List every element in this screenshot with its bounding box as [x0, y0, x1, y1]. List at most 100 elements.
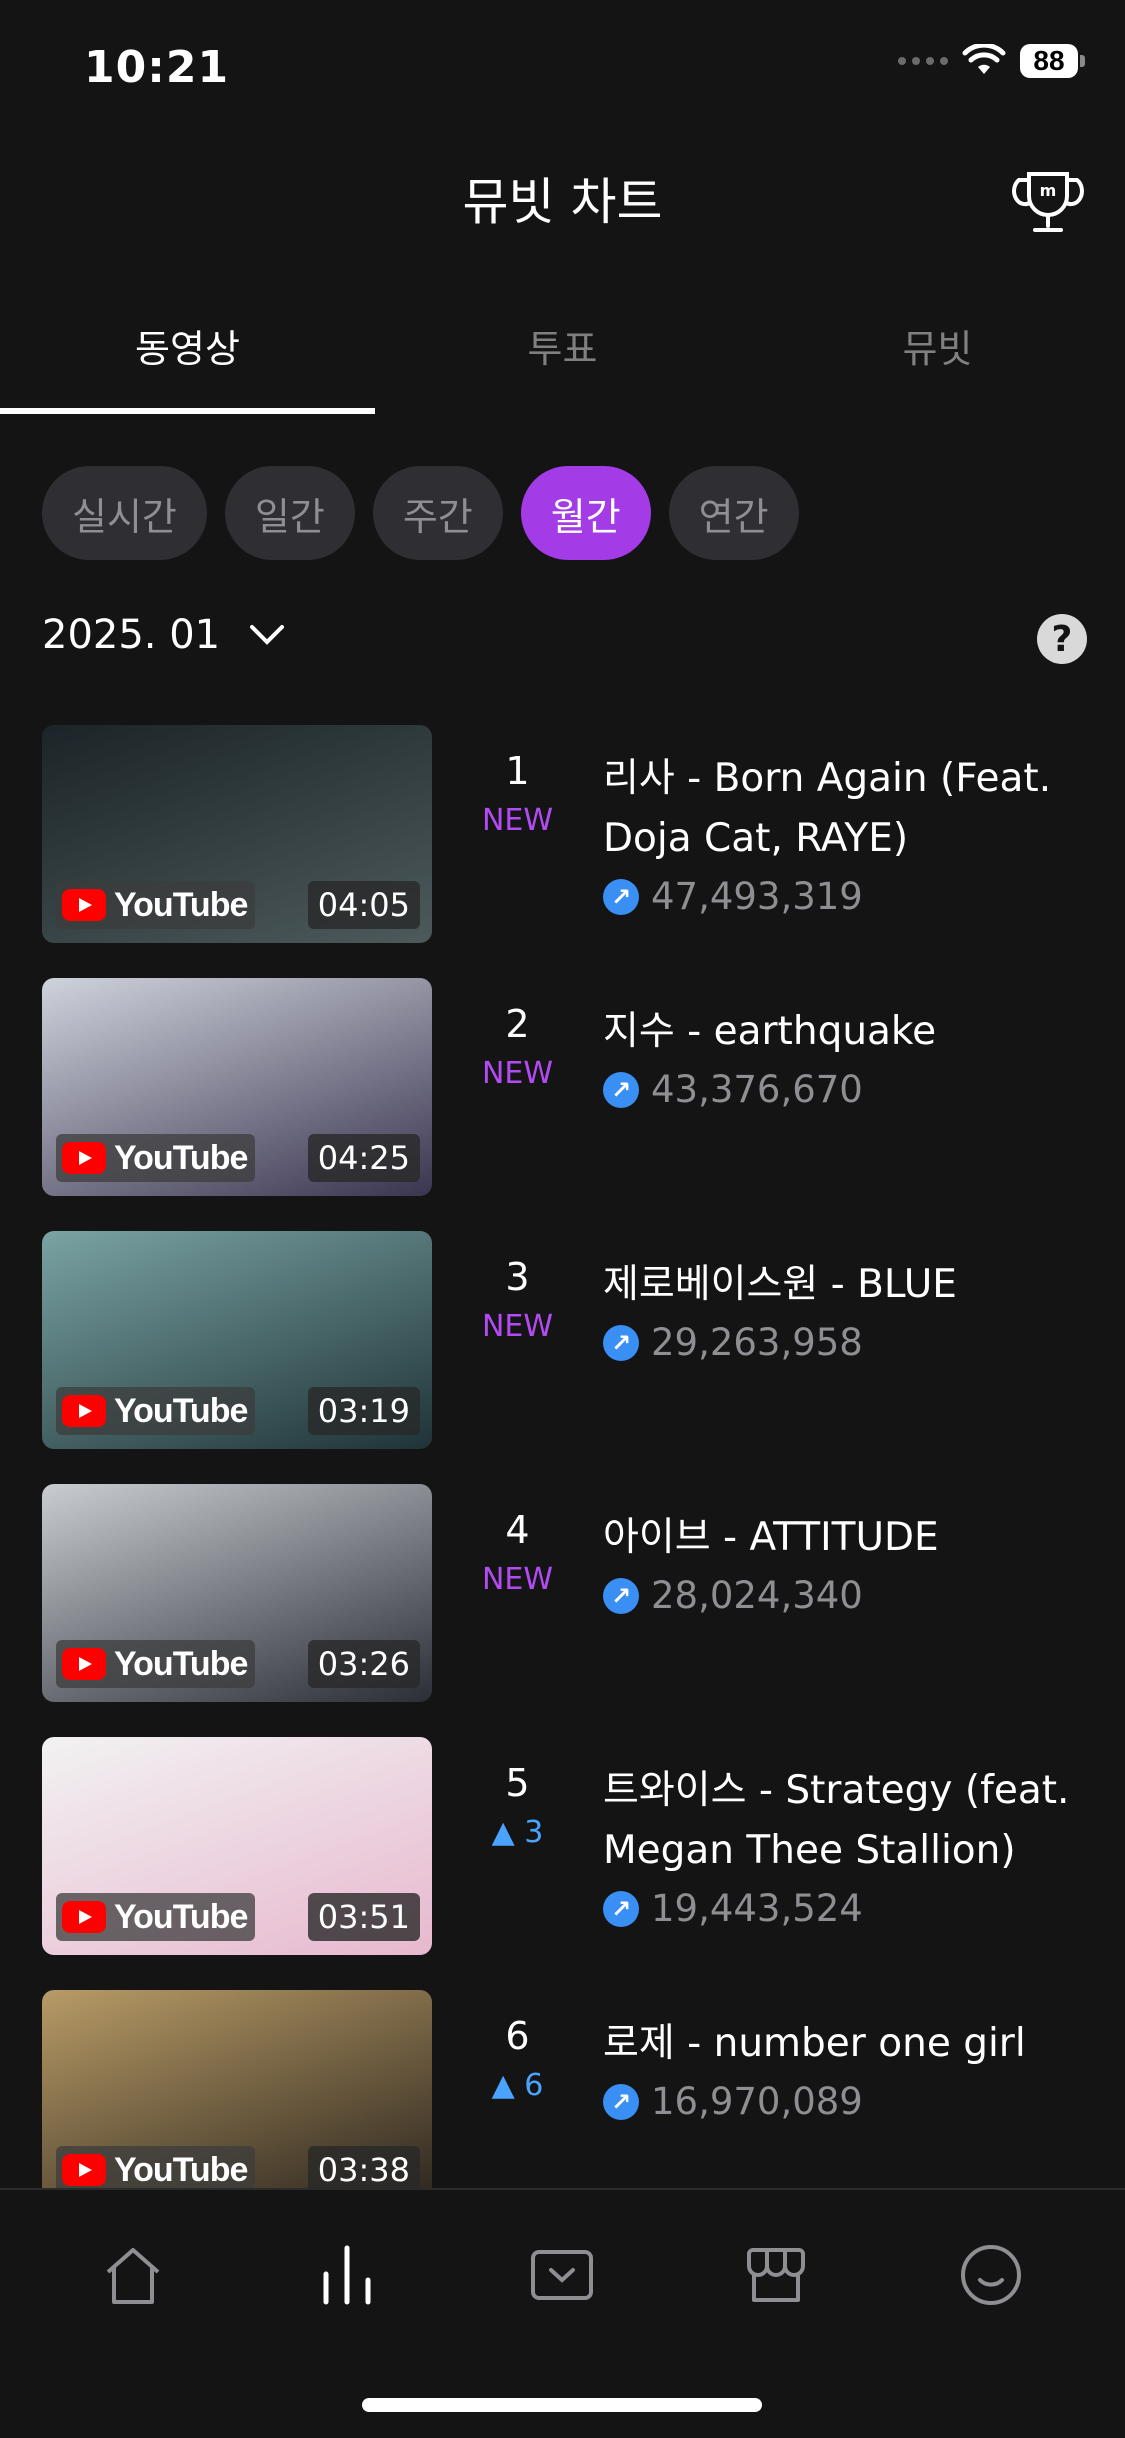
youtube-logo-icon: [62, 2154, 106, 2186]
rank-number: 3: [505, 1255, 530, 1299]
youtube-badge: YouTube: [56, 881, 256, 929]
nav-home-icon[interactable]: [88, 2230, 178, 2320]
video-thumbnail[interactable]: YouTube 03:19: [42, 1231, 432, 1449]
tab-vote[interactable]: 투표: [375, 318, 750, 403]
nav-store-icon[interactable]: [731, 2230, 821, 2320]
youtube-label: YouTube: [114, 2150, 248, 2189]
youtube-logo-icon: [62, 1901, 106, 1933]
chip-weekly[interactable]: 주간: [372, 466, 503, 560]
chart-row[interactable]: YouTube 03:51 5 ▲ 3 트와이스 - Strategy (fea…: [0, 1737, 1125, 1990]
youtube-logo-icon: [62, 1142, 106, 1174]
song-info: 아이브 - ATTITUDE ↗ 28,024,340: [603, 1508, 1103, 1617]
view-count: 47,493,319: [651, 875, 863, 918]
song-info: 로제 - number one girl ↗ 16,970,089: [603, 2014, 1103, 2123]
chart-list: YouTube 04:05 1 NEW 리사 - Born Again (Fea…: [0, 725, 1125, 2243]
chevron-down-icon: [250, 625, 285, 645]
trend-arrow-icon: ↗: [603, 1071, 639, 1108]
view-count: 19,443,524: [651, 1887, 863, 1930]
video-duration: 03:26: [307, 1640, 420, 1688]
view-count: 16,970,089: [651, 2080, 863, 2123]
video-duration: 03:51: [307, 1893, 420, 1941]
tab-video[interactable]: 동영상: [0, 318, 375, 403]
rank-column: 4 NEW: [470, 1508, 565, 1597]
rank-change: NEW: [481, 803, 554, 838]
chart-row[interactable]: YouTube 04:25 2 NEW 지수 - earthquake ↗ 43…: [0, 978, 1125, 1231]
youtube-label: YouTube: [114, 1138, 248, 1177]
song-title: 아이브 - ATTITUDE: [603, 1515, 939, 1560]
nav-chart-icon[interactable]: [302, 2230, 392, 2320]
cellular-signal-icon: [898, 57, 948, 65]
video-thumbnail[interactable]: YouTube 03:38: [42, 1990, 432, 2208]
song-info: 리사 - Born Again (Feat. Doja Cat, RAYE) ↗…: [603, 749, 1103, 918]
view-count: 28,024,340: [651, 1574, 863, 1617]
youtube-logo-icon: [62, 1648, 106, 1680]
youtube-label: YouTube: [114, 1644, 248, 1683]
youtube-label: YouTube: [114, 885, 248, 924]
chip-realtime[interactable]: 실시간: [42, 466, 207, 560]
period-filter: 실시간 일간 주간 월간 연간: [42, 466, 799, 560]
video-thumbnail[interactable]: YouTube 03:51: [42, 1737, 432, 1955]
song-info: 지수 - earthquake ↗ 43,376,670: [603, 1002, 1103, 1111]
rank-number: 4: [505, 1508, 530, 1552]
chip-monthly[interactable]: 월간: [520, 466, 651, 560]
rank-column: 1 NEW: [470, 749, 565, 838]
trend-arrow-icon: ↗: [603, 1577, 639, 1614]
rank-change: NEW: [481, 1056, 554, 1091]
youtube-label: YouTube: [114, 1391, 248, 1430]
rank-number: 1: [505, 749, 530, 793]
song-title: 리사 - Born Again (Feat. Doja Cat, RAYE): [603, 756, 1052, 861]
rank-number: 6: [505, 2014, 530, 2058]
video-duration: 03:19: [307, 1387, 420, 1435]
video-duration: 04:25: [307, 1134, 420, 1182]
main-tabs: 동영상 투표 뮤빗: [0, 318, 1125, 403]
view-count-row: ↗ 19,443,524: [603, 1887, 1103, 1930]
view-count: 29,263,958: [651, 1321, 863, 1364]
battery-icon: 88: [1020, 44, 1085, 78]
video-thumbnail[interactable]: YouTube 03:26: [42, 1484, 432, 1702]
youtube-badge: YouTube: [56, 1134, 256, 1182]
help-icon[interactable]: ?: [1037, 614, 1087, 664]
song-title: 트와이스 - Strategy (feat. Megan Thee Stalli…: [603, 1768, 1070, 1873]
rank-change: ▲ 3: [491, 1815, 544, 1850]
trend-arrow-icon: ↗: [603, 1890, 639, 1927]
page-title: 뮤빗 차트: [462, 173, 663, 231]
video-duration: 03:38: [307, 2146, 420, 2194]
trend-arrow-icon: ↗: [603, 2083, 639, 2120]
youtube-logo-icon: [62, 889, 106, 921]
video-thumbnail[interactable]: YouTube 04:25: [42, 978, 432, 1196]
youtube-badge: YouTube: [56, 2146, 256, 2194]
chart-row[interactable]: YouTube 03:19 3 NEW 제로베이스원 - BLUE ↗ 29,2…: [0, 1231, 1125, 1484]
chip-daily[interactable]: 일간: [224, 466, 355, 560]
youtube-label: YouTube: [114, 1897, 248, 1936]
date-value: 2025. 01: [42, 612, 221, 658]
video-duration: 04:05: [307, 881, 420, 929]
youtube-badge: YouTube: [56, 1893, 256, 1941]
chip-yearly[interactable]: 연간: [668, 466, 799, 560]
nav-profile-icon[interactable]: [946, 2230, 1036, 2320]
wifi-icon: [962, 44, 1006, 74]
rank-column: 2 NEW: [470, 1002, 565, 1091]
rank-number: 2: [505, 1002, 530, 1046]
view-count-row: ↗ 47,493,319: [603, 875, 1103, 918]
status-time: 10:21: [84, 42, 230, 93]
active-tab-indicator: [0, 408, 375, 414]
youtube-badge: YouTube: [56, 1387, 256, 1435]
rank-column: 5 ▲ 3: [470, 1761, 565, 1850]
home-indicator: [362, 2398, 762, 2412]
song-info: 트와이스 - Strategy (feat. Megan Thee Stalli…: [603, 1761, 1103, 1930]
chart-row[interactable]: YouTube 03:26 4 NEW 아이브 - ATTITUDE ↗ 28,…: [0, 1484, 1125, 1737]
rank-change: NEW: [481, 1562, 554, 1597]
view-count-row: ↗ 43,376,670: [603, 1068, 1103, 1111]
view-count: 43,376,670: [651, 1068, 863, 1111]
view-count-row: ↗ 28,024,340: [603, 1574, 1103, 1617]
rank-number: 5: [505, 1761, 530, 1805]
date-selector[interactable]: 2025. 01: [42, 612, 286, 658]
youtube-badge: YouTube: [56, 1640, 256, 1688]
trophy-icon[interactable]: m: [1011, 166, 1085, 240]
rank-column: 3 NEW: [470, 1255, 565, 1344]
nav-inbox-icon[interactable]: [517, 2230, 607, 2320]
tab-mubeat[interactable]: 뮤빗: [750, 318, 1125, 403]
song-title: 제로베이스원 - BLUE: [603, 1262, 957, 1307]
video-thumbnail[interactable]: YouTube 04:05: [42, 725, 432, 943]
chart-row[interactable]: YouTube 04:05 1 NEW 리사 - Born Again (Fea…: [0, 725, 1125, 978]
